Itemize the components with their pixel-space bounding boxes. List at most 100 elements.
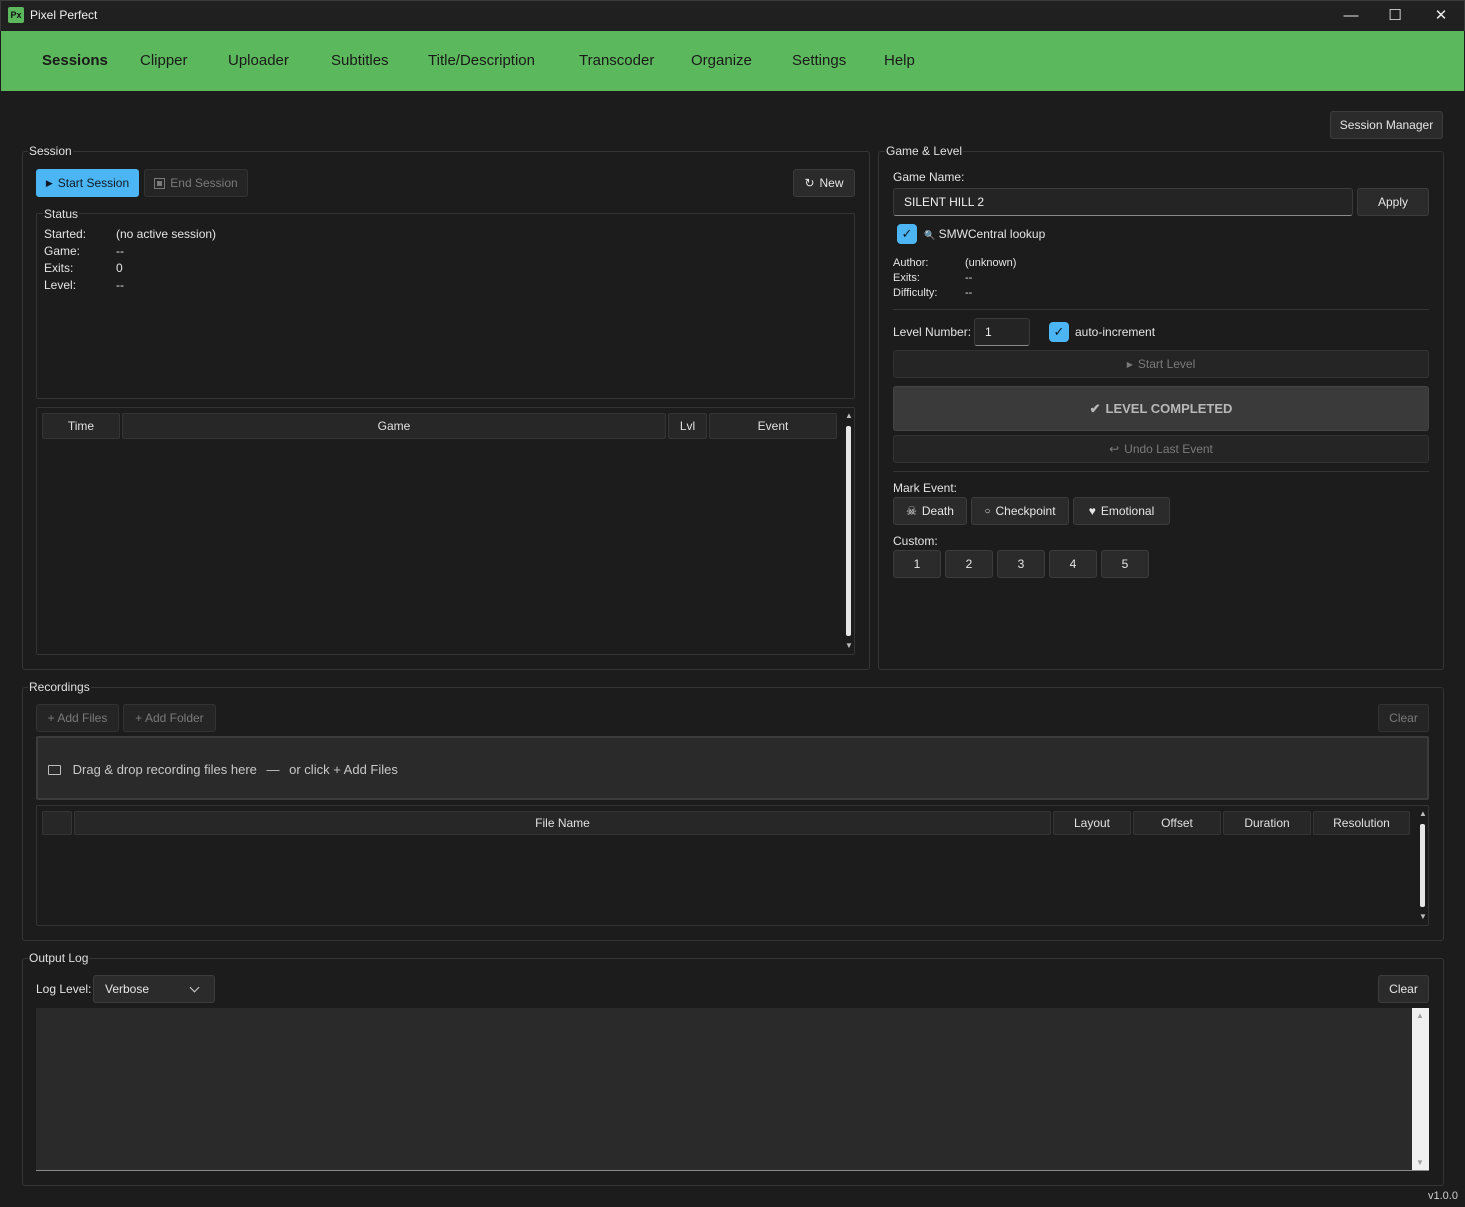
tab-title-description[interactable]: Title/Description bbox=[428, 52, 535, 69]
heart-icon: ♥ bbox=[1088, 504, 1096, 518]
log-scrollbar[interactable] bbox=[1412, 1008, 1429, 1170]
difficulty-value: -- bbox=[965, 287, 973, 299]
column-header-event[interactable]: Event bbox=[709, 413, 837, 439]
level-number-label: Level Number: bbox=[893, 325, 972, 339]
log-level-select[interactable]: Verbose bbox=[93, 975, 215, 1003]
custom-button-5[interactable]: 5 bbox=[1101, 550, 1149, 578]
close-button[interactable]: ✕ bbox=[1418, 0, 1464, 31]
start-level-button[interactable]: ▶ Start Level bbox=[893, 350, 1429, 378]
mark-death-button[interactable]: ☠ Death bbox=[893, 497, 967, 525]
column-header-game[interactable]: Game bbox=[122, 413, 666, 439]
magnifier-icon: 🔍 bbox=[924, 230, 936, 240]
scroll-up-arrow-icon[interactable]: ▲ bbox=[1415, 1011, 1425, 1020]
drop-zone-text: Drag & drop recording files here — or cl… bbox=[48, 762, 398, 777]
new-session-button[interactable]: ↻ New bbox=[793, 169, 855, 197]
column-header-lvl[interactable]: Lvl bbox=[668, 413, 707, 439]
game-label: Game: bbox=[44, 244, 81, 258]
tab-clipper[interactable]: Clipper bbox=[140, 52, 188, 69]
divider bbox=[893, 471, 1429, 472]
level-completed-button[interactable]: ✔ LEVEL COMPLETED bbox=[893, 386, 1429, 431]
tab-settings[interactable]: Settings bbox=[792, 52, 846, 69]
scroll-up-arrow-icon[interactable]: ▲ bbox=[1418, 809, 1428, 818]
author-value: (unknown) bbox=[965, 257, 1017, 269]
circle-icon: ○ bbox=[984, 505, 991, 517]
game-value: -- bbox=[116, 244, 124, 258]
level-number-input[interactable]: 1 bbox=[974, 318, 1030, 346]
log-clear-button[interactable]: Clear bbox=[1378, 975, 1429, 1003]
chevron-down-icon bbox=[189, 982, 200, 992]
column-header-resolution[interactable]: Resolution bbox=[1313, 811, 1410, 835]
new-session-label: New bbox=[819, 176, 844, 190]
tab-sessions[interactable]: Sessions bbox=[42, 52, 108, 69]
scroll-down-arrow-icon[interactable]: ▼ bbox=[1418, 912, 1428, 921]
exits-info-value: -- bbox=[965, 272, 973, 284]
smw-lookup-label[interactable]: 🔍 SMWCentral lookup bbox=[924, 227, 1045, 241]
difficulty-label: Difficulty: bbox=[893, 287, 938, 299]
window-title: Pixel Perfect bbox=[30, 8, 98, 22]
custom-button-2[interactable]: 2 bbox=[945, 550, 993, 578]
column-header-offset[interactable]: Offset bbox=[1133, 811, 1221, 835]
checkpoint-label: Checkpoint bbox=[995, 504, 1056, 518]
start-session-button[interactable]: ▶ Start Session bbox=[36, 169, 139, 197]
column-header-duration[interactable]: Duration bbox=[1223, 811, 1311, 835]
undo-icon: ↩ bbox=[1109, 442, 1120, 456]
version-label: v1.0.0 bbox=[1428, 1190, 1458, 1202]
game-level-group-title: Game & Level bbox=[885, 144, 964, 158]
log-level-label: Log Level: bbox=[36, 982, 92, 996]
tab-organize[interactable]: Organize bbox=[691, 52, 752, 69]
level-label: Level: bbox=[44, 278, 77, 292]
mark-emotional-button[interactable]: ♥ Emotional bbox=[1073, 497, 1170, 525]
started-label: Started: bbox=[44, 227, 87, 241]
tab-uploader[interactable]: Uploader bbox=[228, 52, 289, 69]
session-manager-button[interactable]: Session Manager bbox=[1330, 111, 1443, 139]
game-name-input[interactable]: SILENT HILL 2 bbox=[893, 188, 1353, 216]
mark-checkpoint-button[interactable]: ○ Checkpoint bbox=[971, 497, 1069, 525]
scroll-down-arrow-icon[interactable]: ▼ bbox=[1415, 1158, 1425, 1167]
level-completed-label: LEVEL COMPLETED bbox=[1105, 401, 1233, 416]
minimize-button[interactable]: — bbox=[1328, 0, 1374, 31]
undo-label: Undo Last Event bbox=[1124, 442, 1213, 456]
custom-button-1[interactable]: 1 bbox=[893, 550, 941, 578]
drop-alt-instruction: or click + Add Files bbox=[289, 762, 398, 777]
scroll-down-arrow-icon[interactable]: ▼ bbox=[844, 641, 854, 650]
session-table-scrollbar[interactable] bbox=[846, 426, 851, 636]
auto-increment-label[interactable]: auto-increment bbox=[1075, 325, 1155, 339]
checkmark-icon: ✔ bbox=[1089, 400, 1101, 416]
maximize-button[interactable]: ☐ bbox=[1372, 0, 1418, 31]
tab-subtitles[interactable]: Subtitles bbox=[331, 52, 389, 69]
game-name-label: Game Name: bbox=[893, 170, 965, 184]
start-level-label: Start Level bbox=[1137, 357, 1196, 371]
add-folder-button[interactable]: + Add Folder bbox=[123, 704, 216, 732]
started-value: (no active session) bbox=[116, 227, 217, 241]
recordings-table-scrollbar[interactable] bbox=[1420, 824, 1425, 907]
apply-button[interactable]: Apply bbox=[1357, 188, 1429, 216]
tab-transcoder[interactable]: Transcoder bbox=[579, 52, 654, 69]
recordings-group-title: Recordings bbox=[28, 680, 91, 694]
custom-button-4[interactable]: 4 bbox=[1049, 550, 1097, 578]
drop-instruction: Drag & drop recording files here bbox=[72, 762, 257, 777]
custom-button-3[interactable]: 3 bbox=[997, 550, 1045, 578]
column-header-file-name[interactable]: File Name bbox=[74, 811, 1051, 835]
stop-icon bbox=[154, 177, 166, 189]
session-group-title: Session bbox=[28, 144, 73, 158]
folder-icon bbox=[48, 765, 61, 775]
recordings-clear-button[interactable]: Clear bbox=[1378, 704, 1429, 732]
log-level-value: Verbose bbox=[105, 982, 150, 996]
smw-lookup-checkbox[interactable]: ✓ bbox=[897, 224, 917, 244]
refresh-icon: ↻ bbox=[804, 176, 815, 190]
output-log-area[interactable] bbox=[36, 1008, 1429, 1171]
column-header-time[interactable]: Time bbox=[42, 413, 120, 439]
smw-lookup-text: SMWCentral lookup bbox=[938, 227, 1046, 241]
title-bar bbox=[0, 0, 1465, 31]
undo-last-event-button[interactable]: ↩ Undo Last Event bbox=[893, 435, 1429, 463]
end-session-label: End Session bbox=[170, 176, 238, 190]
column-header-layout[interactable]: Layout bbox=[1053, 811, 1131, 835]
tab-help[interactable]: Help bbox=[884, 52, 915, 69]
column-header-select[interactable] bbox=[42, 811, 72, 835]
add-files-button[interactable]: + Add Files bbox=[36, 704, 119, 732]
end-session-button[interactable]: End Session bbox=[144, 169, 248, 197]
scroll-up-arrow-icon[interactable]: ▲ bbox=[844, 411, 854, 420]
start-session-label: Start Session bbox=[57, 176, 130, 190]
app-logo-icon: Px bbox=[8, 7, 24, 23]
auto-increment-checkbox[interactable]: ✓ bbox=[1049, 322, 1069, 342]
